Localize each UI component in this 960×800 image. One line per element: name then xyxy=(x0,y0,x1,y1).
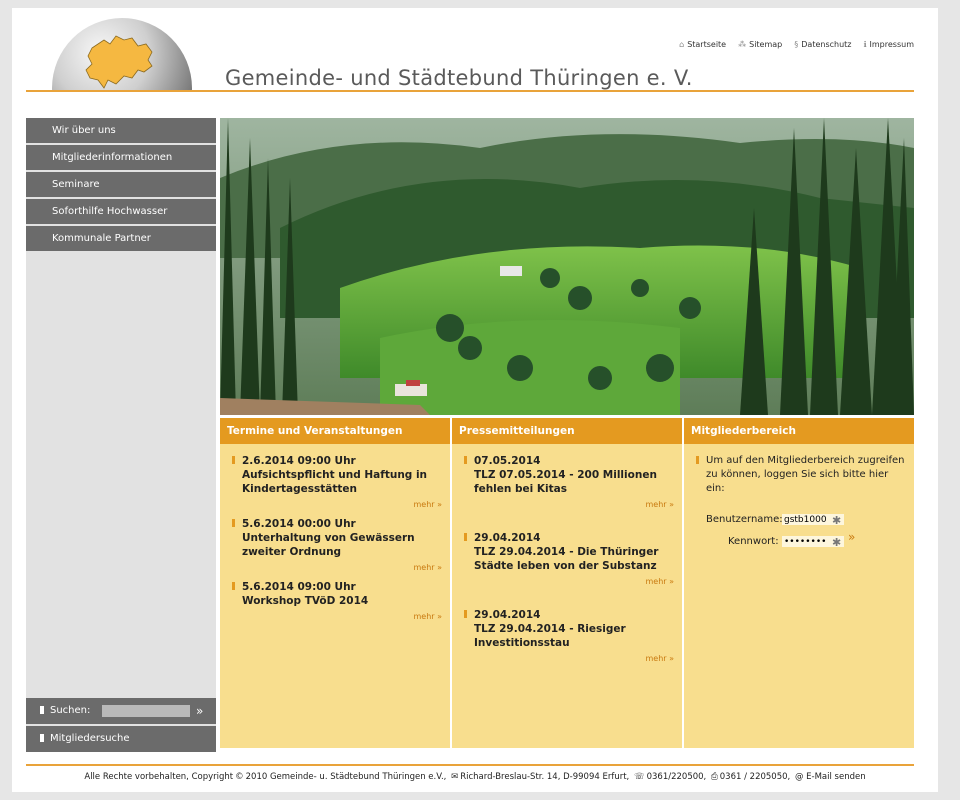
header-divider xyxy=(26,90,914,92)
asterisk-icon: ✱ xyxy=(832,514,842,527)
event-entry[interactable]: 5.6.2014 00:00 Uhr Unterhaltung von Gewä… xyxy=(232,517,442,572)
bullet-marker xyxy=(232,519,235,527)
top-link-sitemap[interactable]: ⁂ Sitemap xyxy=(738,40,782,49)
bullet-marker xyxy=(40,706,44,714)
copyright-symbol: © xyxy=(235,772,244,782)
info-icon: ℹ xyxy=(863,40,867,49)
more-link[interactable]: mehr » xyxy=(242,563,442,572)
event-entry[interactable]: 2.6.2014 09:00 Uhr Aufsichtspflicht und … xyxy=(232,454,442,509)
top-link-startseite[interactable]: ⌂ Startseite xyxy=(679,40,726,49)
bullet-marker xyxy=(40,734,44,742)
bullet-marker xyxy=(464,610,467,618)
more-link[interactable]: mehr » xyxy=(474,577,674,586)
member-search-label: Mitgliedersuche xyxy=(50,733,130,744)
more-link[interactable]: mehr » xyxy=(474,500,674,509)
top-links: ⌂ Startseite ⁂ Sitemap § Datenschutz ℹ Impre… xyxy=(679,40,914,49)
password-row: Kennwort: ✱ » xyxy=(698,530,906,552)
search-box: Suchen: » xyxy=(26,698,216,724)
member-search-button[interactable]: Mitgliedersuche xyxy=(26,726,216,752)
members-panel-title: Mitgliederbereich xyxy=(684,418,914,444)
press-entry[interactable]: 29.04.2014 TLZ 29.04.2014 - Riesiger Inv… xyxy=(464,608,674,663)
press-entry[interactable]: 29.04.2014 TLZ 29.04.2014 - Die Thüringe… xyxy=(464,531,674,586)
sidebar-nav: Wir über uns Mitgliederinformationen Sem… xyxy=(26,118,216,752)
search-input[interactable] xyxy=(102,705,190,717)
login-submit-icon[interactable]: » xyxy=(848,530,855,544)
hero-landscape-image xyxy=(220,118,914,415)
bullet-marker xyxy=(232,456,235,464)
press-panel-title: Pressemitteilungen xyxy=(452,418,682,444)
page: ⌂ Startseite ⁂ Sitemap § Datenschutz ℹ Impre… xyxy=(12,8,938,792)
nav-item-seminare[interactable]: Seminare xyxy=(26,172,216,199)
press-panel: Pressemitteilungen 07.05.2014 TLZ 07.05.… xyxy=(452,418,682,748)
top-link-datenschutz[interactable]: § Datenschutz xyxy=(794,40,851,49)
footer-divider xyxy=(26,764,914,766)
paragraph-icon: § xyxy=(794,40,799,49)
event-entry[interactable]: 5.6.2014 09:00 Uhr Workshop TVöD 2014 me… xyxy=(232,580,442,621)
press-entry[interactable]: 07.05.2014 TLZ 07.05.2014 - 200 Millione… xyxy=(464,454,674,509)
password-label: Kennwort: xyxy=(728,536,779,547)
bullet-marker xyxy=(464,533,467,541)
thuringia-map-icon xyxy=(85,35,153,89)
footer: Alle Rechte vorbehalten, Copyright © 2010 … xyxy=(84,772,866,782)
bullet-marker xyxy=(464,456,467,464)
more-link[interactable]: mehr » xyxy=(474,654,674,663)
search-label: Suchen: xyxy=(50,705,91,716)
events-panel-title: Termine und Veranstaltungen xyxy=(220,418,450,444)
thuringia-logo[interactable] xyxy=(52,18,192,92)
nav-item-wir-ueber-uns[interactable]: Wir über uns xyxy=(26,118,216,145)
phone-icon: ☏ xyxy=(633,772,645,782)
username-row: Benutzername: ✱ xyxy=(698,514,906,530)
events-panel: Termine und Veranstaltungen 2.6.2014 09:… xyxy=(220,418,450,748)
nav-item-soforthilfe-hochwasser[interactable]: Soforthilfe Hochwasser xyxy=(26,199,216,226)
mail-icon: ✉ xyxy=(451,772,459,782)
more-link[interactable]: mehr » xyxy=(242,500,442,509)
home-icon: ⌂ xyxy=(679,40,685,49)
members-panel: Mitgliederbereich Um auf den Mitgliederb… xyxy=(684,418,914,748)
email-link[interactable]: @ E-Mail senden xyxy=(795,772,866,782)
bullet-marker xyxy=(232,582,235,590)
bullet-marker xyxy=(696,456,699,464)
username-label: Benutzername: xyxy=(706,514,783,525)
nav-item-mitgliederinformationen[interactable]: Mitgliederinformationen xyxy=(26,145,216,172)
search-submit-icon[interactable]: » xyxy=(196,698,203,724)
nav-item-kommunale-partner[interactable]: Kommunale Partner xyxy=(26,226,216,253)
fax-icon: ⎙ xyxy=(710,772,718,782)
login-instructions: Um auf den Mitgliederbereich zugreifen z… xyxy=(696,454,906,496)
site-title: Gemeinde- und Städtebund Thüringen e. V. xyxy=(225,66,693,90)
sitemap-icon: ⁂ xyxy=(738,40,747,49)
asterisk-icon: ✱ xyxy=(832,536,842,549)
top-link-impressum[interactable]: ℹ Impressum xyxy=(863,40,914,49)
more-link[interactable]: mehr » xyxy=(242,612,442,621)
